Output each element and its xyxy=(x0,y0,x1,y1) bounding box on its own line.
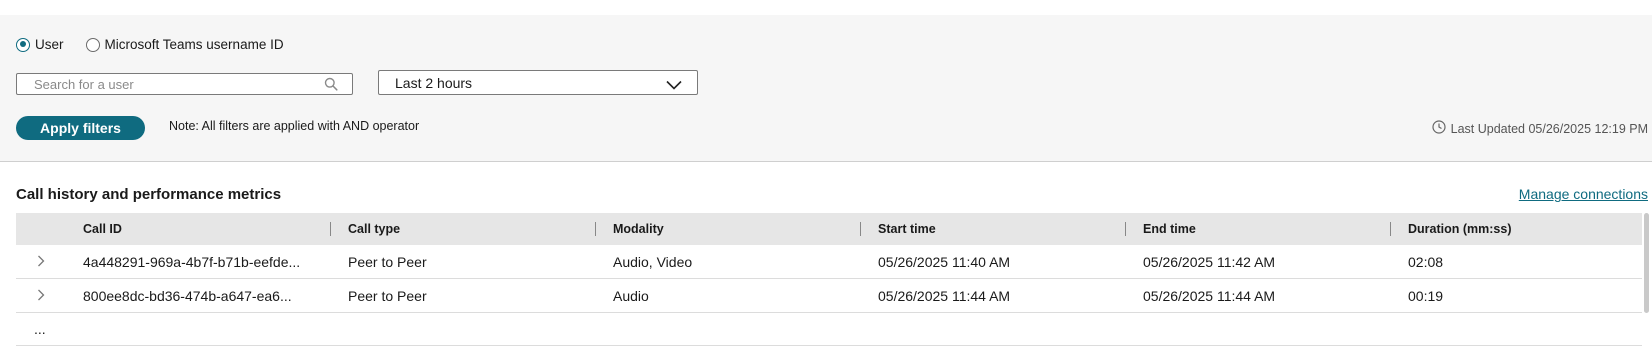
header-expander-spacer xyxy=(16,213,66,245)
radio-teams-username-id-label: Microsoft Teams username ID xyxy=(104,37,284,52)
cell-start-time: 05/26/2025 11:44 AM xyxy=(878,287,1011,304)
column-header-call-type[interactable]: Call type xyxy=(331,213,596,245)
cell-call-id: 4a448291-969a-4b7f-b71b-eefde... xyxy=(83,253,301,270)
radio-teams-username-id[interactable]: Microsoft Teams username ID xyxy=(85,37,284,52)
user-search-input[interactable] xyxy=(17,74,324,94)
cell-end-time: 05/26/2025 11:42 AM xyxy=(1143,253,1276,270)
radio-user-indicator[interactable] xyxy=(16,37,30,52)
manage-connections-link[interactable]: Manage connections xyxy=(1519,186,1648,202)
time-range-selected-value: Last 2 hours xyxy=(395,74,473,91)
column-header-call-id[interactable]: Call ID xyxy=(66,213,331,245)
column-header-start-time[interactable]: Start time xyxy=(861,213,1126,245)
last-updated-status: Last Updated 05/26/2025 12:19 PM xyxy=(1432,120,1648,137)
cell-duration: 00:19 xyxy=(1408,287,1444,304)
cell-modality: Audio xyxy=(613,287,649,304)
cell-call-type: Peer to Peer xyxy=(348,253,427,270)
radio-teams-username-id-indicator[interactable] xyxy=(85,37,100,52)
cell-call-type: Peer to Peer xyxy=(348,287,427,304)
table-header: Call ID Call type Modality Start time En… xyxy=(16,213,1642,245)
search-mode-radio-group: User Microsoft Teams username ID xyxy=(16,37,306,52)
user-search-field[interactable] xyxy=(16,73,353,95)
cell-start-time: 05/26/2025 11:40 AM xyxy=(878,253,1011,270)
cell-duration: 02:08 xyxy=(1408,253,1444,270)
clock-icon xyxy=(1432,120,1451,137)
filter-note: Note: All filters are applied with AND o… xyxy=(169,119,420,133)
time-range-select[interactable]: Last 2 hours xyxy=(378,70,698,95)
column-header-duration[interactable]: Duration (mm:ss) xyxy=(1391,213,1591,245)
load-more-row[interactable]: ... xyxy=(16,313,1642,346)
column-header-modality[interactable]: Modality xyxy=(596,213,861,245)
last-updated-text: Last Updated 05/26/2025 12:19 PM xyxy=(1450,121,1648,136)
search-icon[interactable] xyxy=(324,77,338,96)
cell-call-id: 800ee8dc-bd36-474b-a647-ea6... xyxy=(83,287,292,304)
expand-row-button[interactable] xyxy=(16,254,66,270)
table-row[interactable]: 4a448291-969a-4b7f-b71b-eefde... Peer to… xyxy=(16,245,1642,279)
expand-row-button[interactable] xyxy=(16,288,66,304)
apply-filters-button[interactable]: Apply filters xyxy=(16,116,145,140)
cell-end-time: 05/26/2025 11:44 AM xyxy=(1143,287,1276,304)
table-scrollbar[interactable] xyxy=(1644,213,1649,313)
radio-user-label: User xyxy=(35,37,64,52)
chevron-right-icon[interactable] xyxy=(37,288,45,304)
column-header-end-time[interactable]: End time xyxy=(1126,213,1391,245)
chevron-right-icon[interactable] xyxy=(37,254,45,270)
cell-modality: Audio, Video xyxy=(613,253,693,270)
chevron-down-icon xyxy=(666,77,682,93)
section-title: Call history and performance metrics xyxy=(16,186,282,203)
radio-user[interactable]: User xyxy=(16,37,64,52)
filter-panel: User Microsoft Teams username ID Last 2 … xyxy=(0,15,1652,162)
table-row[interactable]: 800ee8dc-bd36-474b-a647-ea6... Peer to P… xyxy=(16,279,1642,313)
call-history-table: Call ID Call type Modality Start time En… xyxy=(16,213,1642,346)
